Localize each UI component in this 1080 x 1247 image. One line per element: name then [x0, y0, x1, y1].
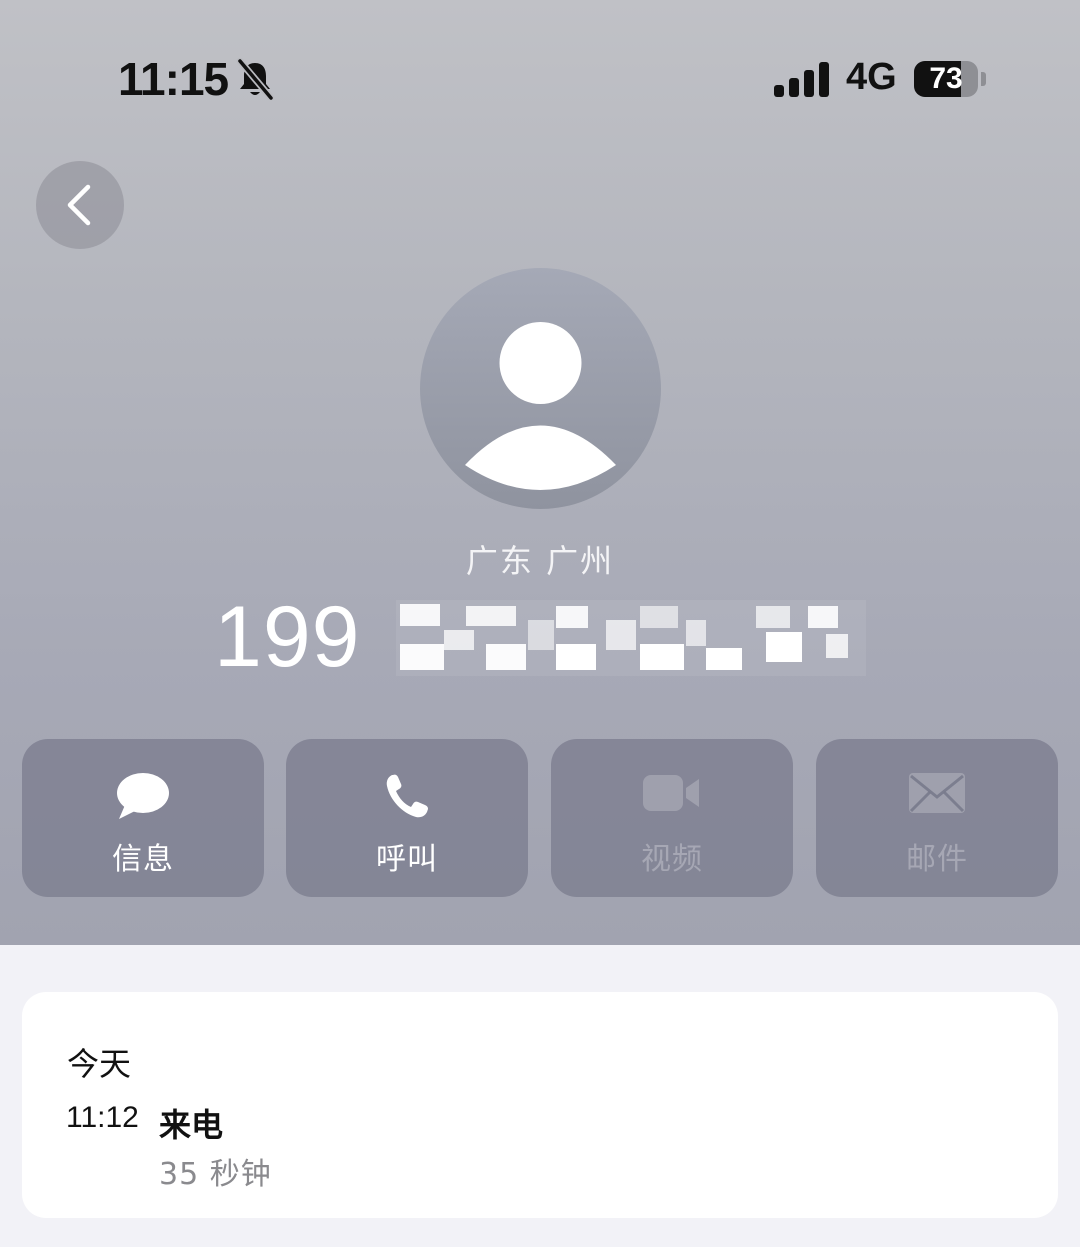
redacted-phone-digits — [396, 600, 866, 676]
mail-button[interactable]: 邮件 — [816, 739, 1058, 897]
network-type: 4G — [846, 56, 897, 98]
phone-number: 199 — [214, 589, 361, 685]
bell-muted-icon — [236, 58, 274, 100]
battery-tip — [981, 72, 986, 86]
call-time: 11:12 — [66, 1101, 139, 1134]
avatar — [420, 268, 661, 509]
person-icon — [465, 322, 616, 490]
message-label: 信息 — [112, 842, 174, 877]
message-button[interactable]: 信息 — [22, 739, 264, 897]
phone-icon — [386, 774, 428, 818]
video-label: 视频 — [641, 842, 703, 877]
mail-label: 邮件 — [906, 842, 968, 877]
mail-icon — [909, 773, 965, 813]
call-history-card: 今天 11:12 来电 35 秒钟 — [22, 992, 1058, 1218]
status-time: 11:15 — [118, 53, 229, 105]
signal-icon — [774, 62, 829, 97]
back-button[interactable] — [36, 161, 124, 249]
video-button[interactable]: 视频 — [551, 739, 793, 897]
battery-level: 73 — [929, 62, 963, 95]
message-icon — [117, 773, 169, 819]
call-type: 来电 — [159, 1106, 224, 1144]
video-icon — [643, 775, 699, 811]
call-label: 呼叫 — [376, 842, 438, 877]
contact-location: 广东 广州 — [465, 542, 615, 580]
history-date: 今天 — [67, 1045, 132, 1083]
call-button[interactable]: 呼叫 — [286, 739, 528, 897]
call-duration: 35 秒钟 — [159, 1157, 272, 1192]
battery-icon: 73 — [914, 61, 986, 97]
chevron-left-icon — [67, 184, 91, 226]
contact-header: 11:15 4G 73 广东 广州 199 信息 呼叫 视频 邮件 — [0, 0, 1080, 945]
